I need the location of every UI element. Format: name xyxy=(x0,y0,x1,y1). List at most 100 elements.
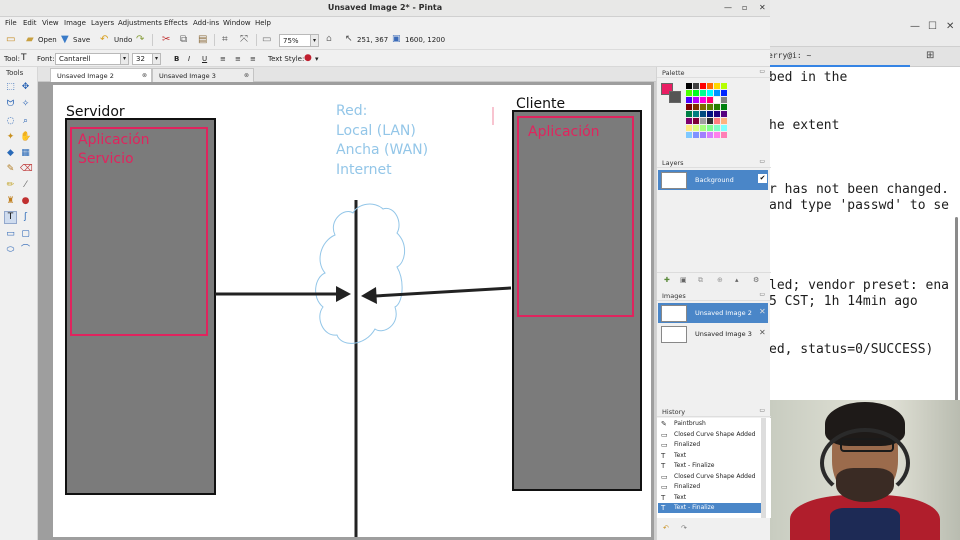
move-layer-up-icon[interactable]: ▴ xyxy=(735,276,739,284)
palette-swatch[interactable] xyxy=(693,125,699,131)
palette-swatch[interactable] xyxy=(707,104,713,110)
palette-swatch[interactable] xyxy=(707,97,713,103)
line-curve-icon[interactable]: ʃ xyxy=(20,212,31,223)
history-item[interactable]: T Text xyxy=(658,493,766,503)
font-size-dropdown-icon[interactable]: ▾ xyxy=(152,53,161,65)
menu-effects[interactable]: Effects xyxy=(164,19,188,27)
close-image-icon[interactable]: ✕ xyxy=(759,328,766,337)
palette-swatch[interactable] xyxy=(700,118,706,124)
palette-swatch[interactable] xyxy=(686,125,692,131)
palette-swatch[interactable] xyxy=(686,97,692,103)
zoom-dropdown-icon[interactable]: ▾ xyxy=(310,34,319,47)
palette-swatch[interactable] xyxy=(714,111,720,117)
palette-swatch[interactable] xyxy=(693,90,699,96)
magic-wand-icon[interactable]: ✦ xyxy=(5,132,16,143)
menu-view[interactable]: View xyxy=(42,19,59,27)
align-right-icon[interactable]: ≡ xyxy=(250,55,256,63)
new-file-icon[interactable]: ▭ xyxy=(6,34,17,45)
history-item[interactable]: T Text xyxy=(658,451,766,461)
gradient-icon[interactable]: ▦ xyxy=(20,148,31,159)
palette-swatch[interactable] xyxy=(686,83,692,89)
terminal-tab[interactable]: erry@i: ~ xyxy=(768,51,811,60)
menu-window[interactable]: Window xyxy=(223,19,251,27)
minimize-panel-icon[interactable]: ▭ xyxy=(759,158,765,165)
paintbrush-icon[interactable]: ✎ xyxy=(5,164,16,175)
add-layer-icon[interactable]: ✚ xyxy=(664,276,670,284)
minimize-icon[interactable]: — xyxy=(724,3,732,12)
font-dropdown-icon[interactable]: ▾ xyxy=(120,53,129,65)
duplicate-layer-icon[interactable]: ⧉ xyxy=(698,276,703,285)
menu-layers[interactable]: Layers xyxy=(91,19,114,27)
text-style-icon[interactable]: ● xyxy=(304,53,312,63)
palette-swatch[interactable] xyxy=(700,83,706,89)
save-button[interactable]: Save xyxy=(73,36,90,44)
underline-button[interactable]: U xyxy=(202,55,207,63)
menu-file[interactable]: File xyxy=(5,19,17,27)
palette-swatch[interactable] xyxy=(693,104,699,110)
pencil-icon[interactable]: ✏ xyxy=(5,180,16,191)
palette-swatch[interactable] xyxy=(714,118,720,124)
cut-icon[interactable]: ✂ xyxy=(162,34,173,45)
delete-layer-icon[interactable]: ▣ xyxy=(680,276,687,284)
bold-button[interactable]: B xyxy=(174,55,179,63)
palette-swatch[interactable] xyxy=(721,97,727,103)
menu-addins[interactable]: Add-ins xyxy=(193,19,219,27)
palette-swatch[interactable] xyxy=(693,111,699,117)
clone-stamp-icon[interactable]: ♜ xyxy=(5,196,16,207)
palette-swatch[interactable] xyxy=(693,118,699,124)
zoom-fit-icon[interactable]: ⌂ xyxy=(326,34,337,45)
palette-swatch[interactable] xyxy=(721,118,727,124)
close-icon[interactable]: ✕ xyxy=(946,21,954,32)
move-selected-icon[interactable]: ✥ xyxy=(20,82,31,93)
close-icon[interactable]: ✕ xyxy=(759,3,766,12)
recolor-icon[interactable]: ● xyxy=(20,196,31,207)
history-item[interactable]: T Text - Finalize xyxy=(658,461,766,471)
ellipse-select-icon[interactable]: ◌ xyxy=(5,116,16,127)
crop-icon[interactable]: ⌗ xyxy=(222,34,233,45)
close-tab-icon[interactable]: ⊗ xyxy=(142,72,147,79)
lasso-select-icon[interactable]: ᗢ xyxy=(5,99,16,110)
copy-icon[interactable]: ⧉ xyxy=(180,34,191,45)
paste-icon[interactable]: ▤ xyxy=(198,34,209,45)
move-selection-icon[interactable]: ✧ xyxy=(20,99,31,110)
menu-image[interactable]: Image xyxy=(64,19,86,27)
undo-icon[interactable]: ↶ xyxy=(100,34,111,45)
secondary-color-swatch[interactable] xyxy=(669,91,681,103)
palette-swatch[interactable] xyxy=(700,104,706,110)
save-icon[interactable]: ▼ xyxy=(61,34,72,45)
align-left-icon[interactable]: ≡ xyxy=(220,55,226,63)
menu-adjustments[interactable]: Adjustments xyxy=(118,19,162,27)
layer-background[interactable]: Background ✔ xyxy=(658,170,768,190)
eraser-icon[interactable]: ⌫ xyxy=(20,164,33,175)
history-redo-icon[interactable]: ↷ xyxy=(681,524,687,532)
text-style-dropdown-icon[interactable]: ▾ xyxy=(315,55,319,63)
palette-swatch[interactable] xyxy=(714,97,720,103)
close-tab-icon[interactable]: ⊗ xyxy=(244,72,249,79)
palette-swatch[interactable] xyxy=(707,111,713,117)
rectangle-icon[interactable]: ▭ xyxy=(5,229,16,240)
image-item-2[interactable]: Unsaved Image 2 ✕ xyxy=(658,303,768,323)
close-image-icon[interactable]: ✕ xyxy=(759,307,766,316)
history-item[interactable]: ▭ Finalized xyxy=(658,440,766,450)
palette-swatch[interactable] xyxy=(721,83,727,89)
print-icon[interactable]: ▭ xyxy=(262,34,273,45)
merge-layer-icon[interactable]: ⊕ xyxy=(717,276,723,284)
history-item[interactable]: ✎ Paintbrush xyxy=(658,419,766,429)
minimize-icon[interactable]: — xyxy=(910,21,920,32)
palette-swatch[interactable] xyxy=(707,83,713,89)
ellipse-icon[interactable]: ⬭ xyxy=(5,245,16,256)
palette-swatch[interactable] xyxy=(707,132,713,138)
palette-swatch[interactable] xyxy=(700,132,706,138)
minimize-panel-icon[interactable]: ▭ xyxy=(759,407,765,414)
palette-swatch[interactable] xyxy=(714,104,720,110)
palette-swatch[interactable] xyxy=(714,125,720,131)
palette-swatch[interactable] xyxy=(686,111,692,117)
palette-swatch[interactable] xyxy=(714,132,720,138)
freeform-shape-icon[interactable]: ⌒ xyxy=(20,245,31,256)
redo-icon[interactable]: ↷ xyxy=(136,34,147,45)
palette-swatch[interactable] xyxy=(686,118,692,124)
history-item[interactable]: T Text - Finalize xyxy=(658,503,766,513)
layer-properties-icon[interactable]: ⚙ xyxy=(753,276,759,284)
palette-swatch[interactable] xyxy=(686,90,692,96)
palette-swatch[interactable] xyxy=(700,111,706,117)
